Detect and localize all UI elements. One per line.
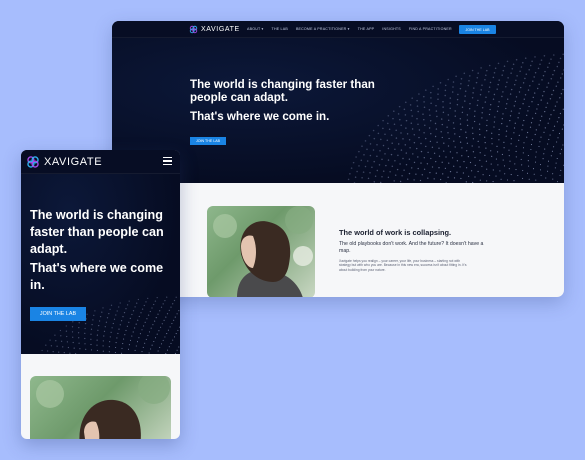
mobile-logo[interactable]: XAVIGATE: [26, 155, 102, 169]
portrait-illustration: [213, 206, 313, 297]
nav-item-find-a-practitioner[interactable]: FIND A PRACTITIONER: [409, 27, 452, 31]
hero-headline: The world is changing faster than people…: [190, 78, 375, 104]
portrait-illustration: [36, 376, 170, 439]
woman-portrait-image: [207, 206, 315, 297]
desktop-navbar: XAVIGATE ABOUT ▾ THE LAB BECOME A PRACTI…: [112, 21, 564, 38]
mobile-hero-subheadline: That's where we come in.: [30, 261, 164, 292]
nav-join-button[interactable]: JOIN THE LAB: [459, 25, 496, 34]
chevron-down-icon: ▾: [347, 27, 350, 31]
mobile-woman-portrait-image: [30, 376, 171, 439]
hero-subheadline: That's where we come in.: [190, 110, 330, 123]
mobile-navbar: XAVIGATE: [21, 150, 180, 174]
chevron-down-icon: ▾: [261, 27, 264, 31]
nav-item-about[interactable]: ABOUT ▾: [247, 27, 264, 31]
nav-item-insights[interactable]: INSIGHTS: [382, 27, 401, 31]
mobile-hero-headline: The world is changing faster than people…: [30, 208, 164, 256]
nav-item-become-a-practitioner[interactable]: BECOME A PRACTITIONER ▾: [296, 27, 350, 31]
logo-icon: [27, 156, 39, 168]
hero-join-button[interactable]: JOIN THE LAB: [190, 137, 226, 145]
section-subtitle: The old playbooks don't work. And the fu…: [339, 241, 484, 254]
desktop-logo[interactable]: XAVIGATE: [189, 25, 240, 34]
section-title: The world of work is collapsing.: [339, 228, 452, 237]
section-body: Xavigate helps you realign – your career…: [339, 259, 467, 272]
mobile-hero: XAVIGATE The world is changing faster th…: [21, 150, 180, 354]
hamburger-menu-icon[interactable]: [163, 157, 172, 165]
mobile-hero-join-button[interactable]: JOIN THE LAB: [30, 307, 86, 321]
desktop-nav-menu: ABOUT ▾ THE LAB BECOME A PRACTITIONER ▾ …: [247, 27, 452, 31]
logo-wordmark: XAVIGATE: [201, 26, 240, 33]
nav-item-label: BECOME A PRACTITIONER: [295, 27, 347, 31]
logo-icon: [189, 25, 198, 34]
mobile-mockup: XAVIGATE The world is changing faster th…: [21, 150, 180, 439]
nav-item-the-lab[interactable]: THE LAB: [272, 27, 288, 31]
logo-wordmark: XAVIGATE: [44, 156, 103, 168]
nav-item-the-app[interactable]: THE APP: [358, 27, 375, 31]
nav-item-label: ABOUT: [247, 27, 261, 31]
